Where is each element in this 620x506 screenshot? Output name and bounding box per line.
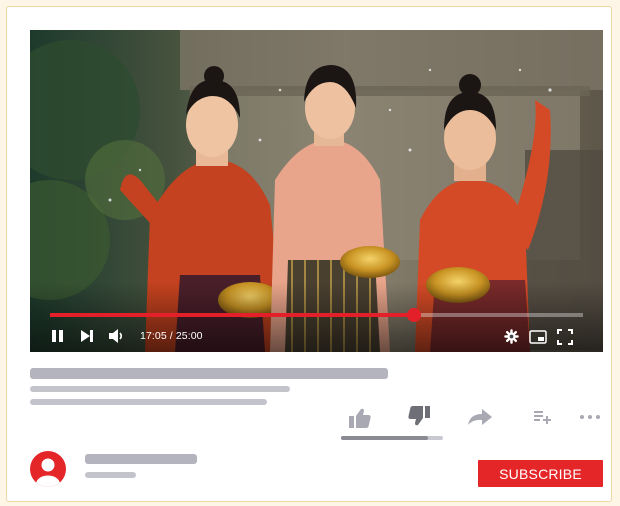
fullscreen-icon[interactable]	[557, 329, 573, 345]
volume-icon[interactable]	[108, 328, 126, 344]
subscriber-count-placeholder	[85, 472, 136, 478]
pause-icon[interactable]	[50, 328, 66, 344]
video-player[interactable]: 17:05 / 25:00	[30, 30, 603, 352]
more-icon[interactable]	[579, 414, 601, 420]
time-display: 17:05 / 25:00	[140, 330, 203, 342]
share-icon[interactable]	[467, 408, 493, 426]
like-ratio-bar	[341, 436, 443, 440]
user-avatar-icon[interactable]	[30, 451, 66, 487]
subscribe-button[interactable]: SUBSCRIBE	[478, 460, 603, 487]
progress-bar[interactable]	[50, 308, 583, 322]
progress-played	[50, 313, 415, 317]
video-meta-placeholder-2	[30, 399, 267, 405]
channel-name-placeholder	[85, 454, 197, 464]
video-title-placeholder	[30, 368, 388, 379]
like-icon[interactable]	[348, 407, 372, 429]
add-to-playlist-icon[interactable]	[533, 410, 553, 424]
miniplayer-icon[interactable]	[529, 330, 547, 344]
dislike-icon[interactable]	[407, 405, 431, 427]
like-ratio-fill	[341, 436, 428, 440]
video-meta-placeholder	[30, 386, 290, 392]
settings-icon[interactable]	[504, 329, 519, 344]
progress-scrubber[interactable]	[407, 308, 422, 322]
skip-next-icon[interactable]	[79, 328, 95, 344]
